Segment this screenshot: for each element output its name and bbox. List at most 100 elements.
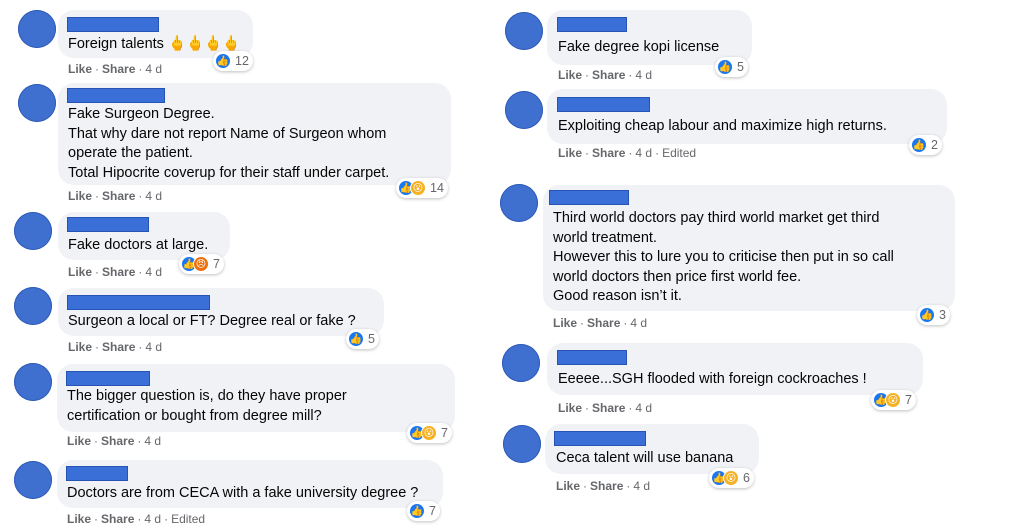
comment-bubble: Eeeee...SGH flooded with foreign cockroa… xyxy=(547,343,923,395)
separator: · xyxy=(138,265,143,279)
separator: · xyxy=(95,340,100,354)
comment-text: Fake degree kopi license xyxy=(558,39,720,55)
comment-text: Foreign talents 🖕🖕🖕🖕 xyxy=(68,36,241,52)
reaction-summary[interactable]: 👍 😠 7 xyxy=(179,254,224,274)
share-link[interactable]: Share xyxy=(101,434,134,448)
timestamp[interactable]: 4 d xyxy=(635,146,652,160)
commenter-name-redacted[interactable] xyxy=(557,97,650,112)
share-link[interactable]: Share xyxy=(592,68,625,82)
commenter-name-redacted[interactable] xyxy=(67,295,210,310)
separator: · xyxy=(585,401,590,415)
reaction-summary[interactable]: 👍 😮 7 xyxy=(407,423,452,443)
like-link[interactable]: Like xyxy=(67,434,91,448)
commenter-name-redacted[interactable] xyxy=(67,88,165,103)
edited-label[interactable]: Edited xyxy=(662,146,696,160)
thumbs-up-icon: 👍 xyxy=(215,53,231,69)
reaction-count: 5 xyxy=(368,332,375,346)
commenter-name-redacted[interactable] xyxy=(549,190,629,205)
comment-actions: Like · Share · 4 d xyxy=(553,316,647,330)
timestamp[interactable]: 4 d xyxy=(145,265,162,279)
avatar[interactable] xyxy=(14,461,52,499)
reaction-summary[interactable]: 👍 2 xyxy=(909,135,942,155)
reaction-summary[interactable]: 👍 12 xyxy=(213,51,253,71)
separator: · xyxy=(626,479,631,493)
avatar[interactable] xyxy=(18,84,56,122)
separator: · xyxy=(138,189,143,203)
separator: · xyxy=(628,68,633,82)
comment-text: Ceca talent will use banana xyxy=(556,450,734,466)
share-link[interactable]: Share xyxy=(102,340,135,354)
share-link[interactable]: Share xyxy=(592,401,625,415)
edited-label[interactable]: Edited xyxy=(171,512,205,526)
separator: · xyxy=(138,340,143,354)
timestamp[interactable]: 4 d xyxy=(144,434,161,448)
timestamp[interactable]: 4 d xyxy=(635,68,652,82)
reaction-count: 3 xyxy=(939,308,946,322)
comment-actions: Like · Share · 4 d · Edited xyxy=(67,512,205,526)
like-link[interactable]: Like xyxy=(68,265,92,279)
comment-actions: Like · Share · 4 d xyxy=(68,340,162,354)
reaction-summary[interactable]: 👍 3 xyxy=(917,305,950,325)
avatar[interactable] xyxy=(505,91,543,129)
wow-face-icon: 😮 xyxy=(885,392,901,408)
like-link[interactable]: Like xyxy=(558,146,582,160)
share-link[interactable]: Share xyxy=(102,189,135,203)
reaction-summary[interactable]: 👍 😮 6 xyxy=(709,468,754,488)
commenter-name-redacted[interactable] xyxy=(557,350,627,365)
comment-actions: Like · Share · 4 d xyxy=(67,434,161,448)
reaction-summary[interactable]: 👍 7 xyxy=(407,501,440,521)
separator: · xyxy=(580,316,585,330)
like-link[interactable]: Like xyxy=(68,62,92,76)
commenter-name-redacted[interactable] xyxy=(67,17,159,32)
commenter-name-redacted[interactable] xyxy=(554,431,646,446)
comment-text: Third world doctors pay third world mark… xyxy=(553,210,894,304)
reaction-count: 5 xyxy=(737,60,744,74)
commenter-name-redacted[interactable] xyxy=(67,217,149,232)
separator: · xyxy=(137,434,142,448)
avatar[interactable] xyxy=(505,12,543,50)
share-link[interactable]: Share xyxy=(587,316,620,330)
separator: · xyxy=(164,512,169,526)
commenter-name-redacted[interactable] xyxy=(66,371,150,386)
timestamp[interactable]: 4 d xyxy=(633,479,650,493)
like-link[interactable]: Like xyxy=(556,479,580,493)
reaction-summary[interactable]: 👍 5 xyxy=(346,329,379,349)
separator: · xyxy=(95,265,100,279)
commenter-name-redacted[interactable] xyxy=(557,17,627,32)
avatar[interactable] xyxy=(18,10,56,48)
like-link[interactable]: Like xyxy=(67,512,91,526)
comment-bubble: Ceca talent will use banana xyxy=(545,424,759,474)
reaction-count: 7 xyxy=(441,426,448,440)
comment-bubble: The bigger question is, do they have pro… xyxy=(57,364,455,432)
separator: · xyxy=(94,434,99,448)
timestamp[interactable]: 4 d xyxy=(145,340,162,354)
like-link[interactable]: Like xyxy=(68,340,92,354)
avatar[interactable] xyxy=(500,184,538,222)
avatar[interactable] xyxy=(503,425,541,463)
share-link[interactable]: Share xyxy=(101,512,134,526)
reaction-count: 14 xyxy=(430,181,444,195)
timestamp[interactable]: 4 d xyxy=(630,316,647,330)
timestamp[interactable]: 4 d xyxy=(145,189,162,203)
like-link[interactable]: Like xyxy=(68,189,92,203)
reaction-summary[interactable]: 👍 5 xyxy=(715,57,748,77)
like-link[interactable]: Like xyxy=(558,401,582,415)
share-link[interactable]: Share xyxy=(102,62,135,76)
like-link[interactable]: Like xyxy=(558,68,582,82)
timestamp[interactable]: 4 d xyxy=(145,62,162,76)
reaction-count: 7 xyxy=(213,257,220,271)
avatar[interactable] xyxy=(14,363,52,401)
share-link[interactable]: Share xyxy=(592,146,625,160)
timestamp[interactable]: 4 d xyxy=(144,512,161,526)
share-link[interactable]: Share xyxy=(590,479,623,493)
reaction-summary[interactable]: 👍 😮 7 xyxy=(871,390,916,410)
commenter-name-redacted[interactable] xyxy=(66,466,128,481)
separator: · xyxy=(628,401,633,415)
avatar[interactable] xyxy=(502,344,540,382)
timestamp[interactable]: 4 d xyxy=(635,401,652,415)
avatar[interactable] xyxy=(14,212,52,250)
avatar[interactable] xyxy=(14,287,52,325)
share-link[interactable]: Share xyxy=(102,265,135,279)
reaction-summary[interactable]: 👍 😮 14 xyxy=(396,178,448,198)
like-link[interactable]: Like xyxy=(553,316,577,330)
